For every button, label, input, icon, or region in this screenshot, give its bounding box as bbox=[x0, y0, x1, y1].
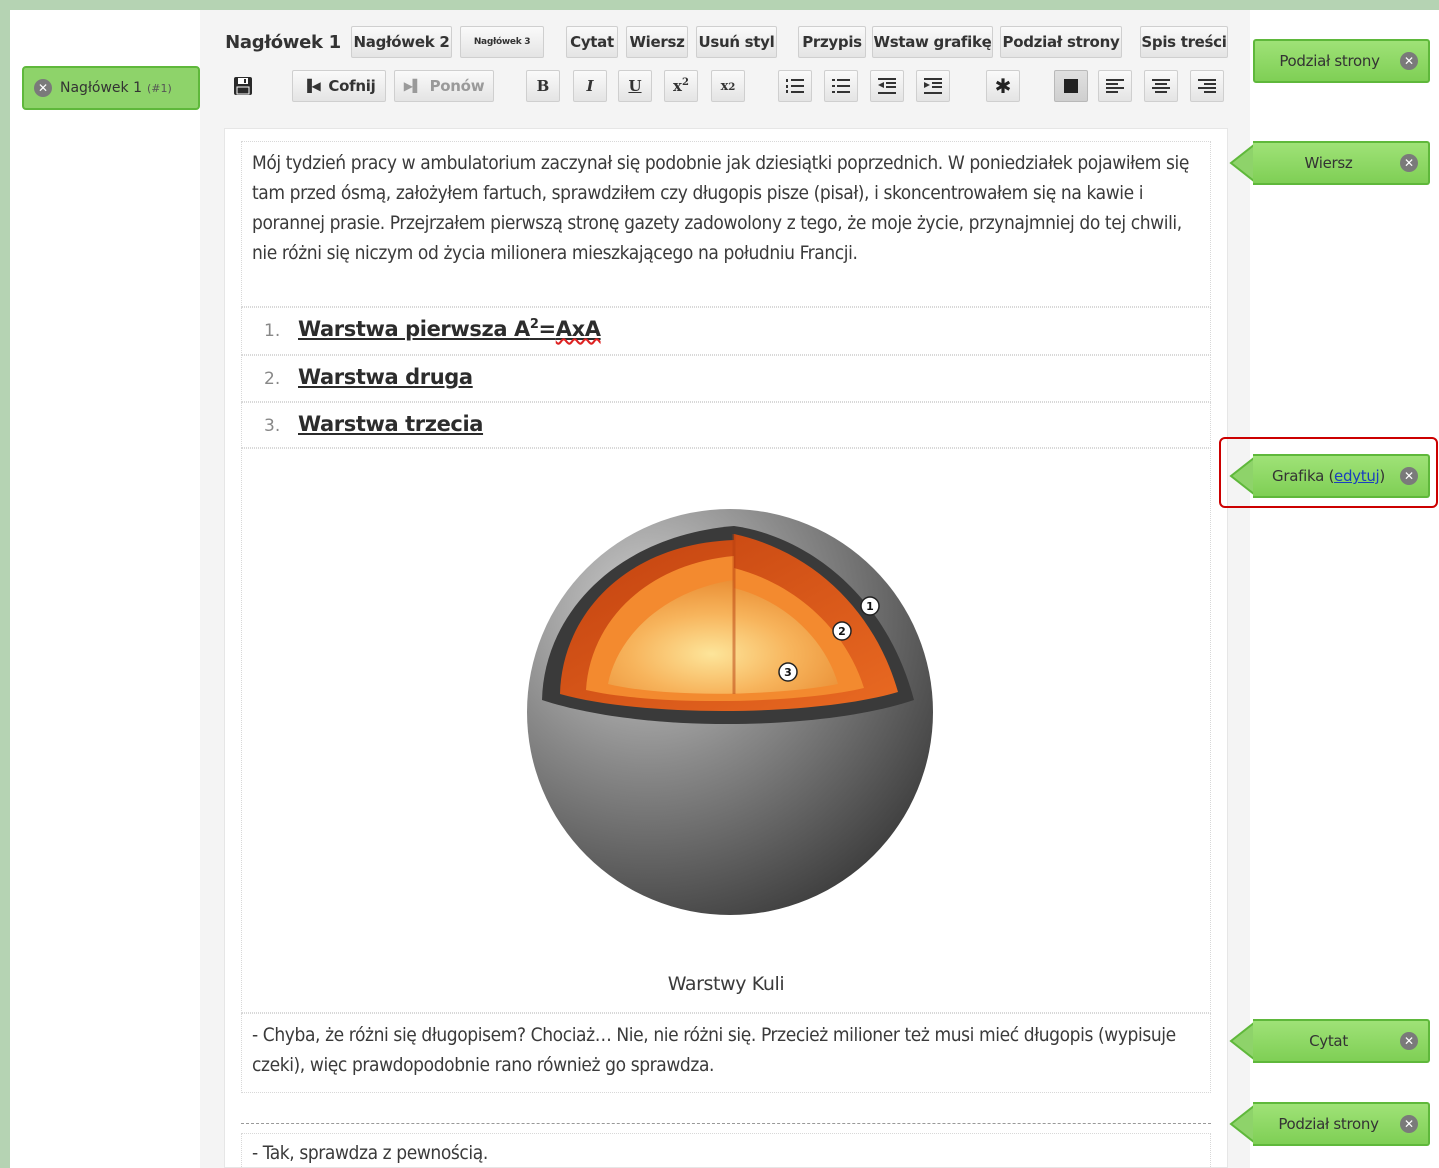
list-item[interactable]: 3. Warstwa trzecia bbox=[241, 402, 1211, 448]
heading3-button[interactable]: Nagłówek 3 bbox=[460, 26, 544, 58]
justify-icon[interactable] bbox=[1054, 70, 1088, 102]
quote-tag[interactable]: Cytat ✕ bbox=[1253, 1019, 1430, 1063]
underline-button[interactable]: U bbox=[618, 70, 652, 102]
marker-1: 1 bbox=[866, 600, 874, 613]
undo-label: Cofnij bbox=[328, 77, 376, 95]
image-caption: Warstwy Kuli bbox=[667, 973, 785, 995]
selection-highlight bbox=[1219, 437, 1438, 508]
list-item-text: Warstwa trzecia bbox=[298, 412, 484, 436]
italic-button[interactable]: I bbox=[573, 70, 607, 102]
undo-button[interactable]: ▐◀ Cofnij bbox=[292, 70, 386, 102]
left-panel bbox=[10, 10, 200, 1168]
marker-2: 2 bbox=[838, 625, 846, 638]
paragraph-block[interactable]: Mój tydzień pracy w ambulatorium zaczyna… bbox=[241, 141, 1211, 307]
superscript-icon: x2 bbox=[673, 77, 689, 95]
list-item-text: Warstwa pierwsza A2=AxA bbox=[298, 317, 601, 341]
bullet-list-icon[interactable] bbox=[824, 70, 858, 102]
align-center-icon[interactable] bbox=[1144, 70, 1178, 102]
quote-button[interactable]: Cytat bbox=[566, 26, 618, 58]
line-tag-label: Wiersz bbox=[1304, 154, 1353, 172]
italic-icon: I bbox=[586, 77, 594, 95]
paragraph-text: Mój tydzień pracy w ambulatorium zaczyna… bbox=[252, 152, 1190, 264]
paragraph-block[interactable]: - Tak, sprawdza z pewnością. bbox=[241, 1133, 1211, 1168]
toc-button[interactable]: Spis treści bbox=[1140, 26, 1228, 58]
subscript-button[interactable]: x2 bbox=[711, 70, 745, 102]
redo-icon: ▶▌ bbox=[403, 79, 422, 93]
remove-tag-icon[interactable]: ✕ bbox=[1400, 154, 1418, 172]
redo-label: Ponów bbox=[429, 77, 485, 95]
marker-3: 3 bbox=[784, 666, 792, 679]
list-number: 2. bbox=[264, 369, 281, 389]
subscript-icon: x2 bbox=[720, 78, 736, 94]
list-number: 3. bbox=[264, 416, 281, 436]
page-break-tag-label: Podział strony bbox=[1279, 52, 1380, 70]
remove-tag-icon[interactable]: ✕ bbox=[1400, 1115, 1418, 1133]
remove-tag-icon[interactable]: ✕ bbox=[1400, 52, 1418, 70]
sphere-layers-image: 1 2 3 bbox=[527, 509, 933, 915]
bold-button[interactable]: B bbox=[526, 70, 560, 102]
list-item-text: Warstwa druga bbox=[298, 365, 473, 389]
align-right-icon[interactable] bbox=[1190, 70, 1224, 102]
page-break-button[interactable]: Podział strony bbox=[1000, 26, 1122, 58]
document-body[interactable]: Mój tydzień pracy w ambulatorium zaczyna… bbox=[224, 128, 1228, 1168]
list-number: 1. bbox=[264, 321, 281, 341]
bold-icon: B bbox=[536, 77, 550, 95]
line-button[interactable]: Wiersz bbox=[626, 26, 688, 58]
special-char-icon[interactable]: ✱ bbox=[986, 70, 1020, 102]
remove-style-button[interactable]: Usuń styl bbox=[696, 26, 777, 58]
paragraph-text: - Tak, sprawdza z pewnością. bbox=[252, 1142, 488, 1164]
remove-tag-icon[interactable]: ✕ bbox=[1400, 1032, 1418, 1050]
page-break-tag-label: Podział strony bbox=[1278, 1115, 1379, 1133]
page-break-tag[interactable]: Podział strony ✕ bbox=[1253, 1102, 1430, 1146]
indent-icon[interactable] bbox=[916, 70, 950, 102]
heading-tag-label: Nagłówek 1 bbox=[60, 80, 143, 96]
underline-icon: U bbox=[628, 77, 642, 95]
quote-tag-label: Cytat bbox=[1309, 1032, 1348, 1050]
page-break-line bbox=[241, 1123, 1211, 1124]
heading-tag-index: (#1) bbox=[147, 81, 172, 95]
list-item[interactable]: 2. Warstwa druga bbox=[241, 355, 1211, 402]
heading-tag[interactable]: ✕ Nagłówek 1 (#1) bbox=[22, 66, 200, 110]
outdent-icon[interactable] bbox=[870, 70, 904, 102]
heading2-button[interactable]: Nagłówek 2 bbox=[351, 26, 452, 58]
footnote-button[interactable]: Przypis bbox=[798, 26, 866, 58]
save-icon[interactable] bbox=[228, 70, 258, 102]
quote-block[interactable]: - Chyba, że różni się długopisem? Chocia… bbox=[241, 1013, 1211, 1093]
redo-button[interactable]: ▶▌ Ponów bbox=[394, 70, 494, 102]
undo-icon: ▐◀ bbox=[302, 79, 321, 93]
line-tag[interactable]: Wiersz ✕ bbox=[1253, 141, 1430, 185]
remove-tag-icon[interactable]: ✕ bbox=[34, 79, 52, 97]
align-left-icon[interactable] bbox=[1098, 70, 1132, 102]
heading1-button[interactable]: Nagłówek 1 bbox=[224, 26, 342, 58]
quote-text: - Chyba, że różni się długopisem? Chocia… bbox=[252, 1024, 1176, 1076]
insert-image-button[interactable]: Wstaw grafikę bbox=[872, 26, 993, 58]
ordered-list-icon[interactable] bbox=[778, 70, 812, 102]
list-item[interactable]: 1. Warstwa pierwsza A2=AxA bbox=[241, 307, 1211, 355]
superscript-button[interactable]: x2 bbox=[664, 70, 698, 102]
image-block[interactable]: 1 2 3 Warstwy Kuli bbox=[241, 448, 1211, 1013]
page-break-tag[interactable]: Podział strony ✕ bbox=[1253, 39, 1430, 83]
